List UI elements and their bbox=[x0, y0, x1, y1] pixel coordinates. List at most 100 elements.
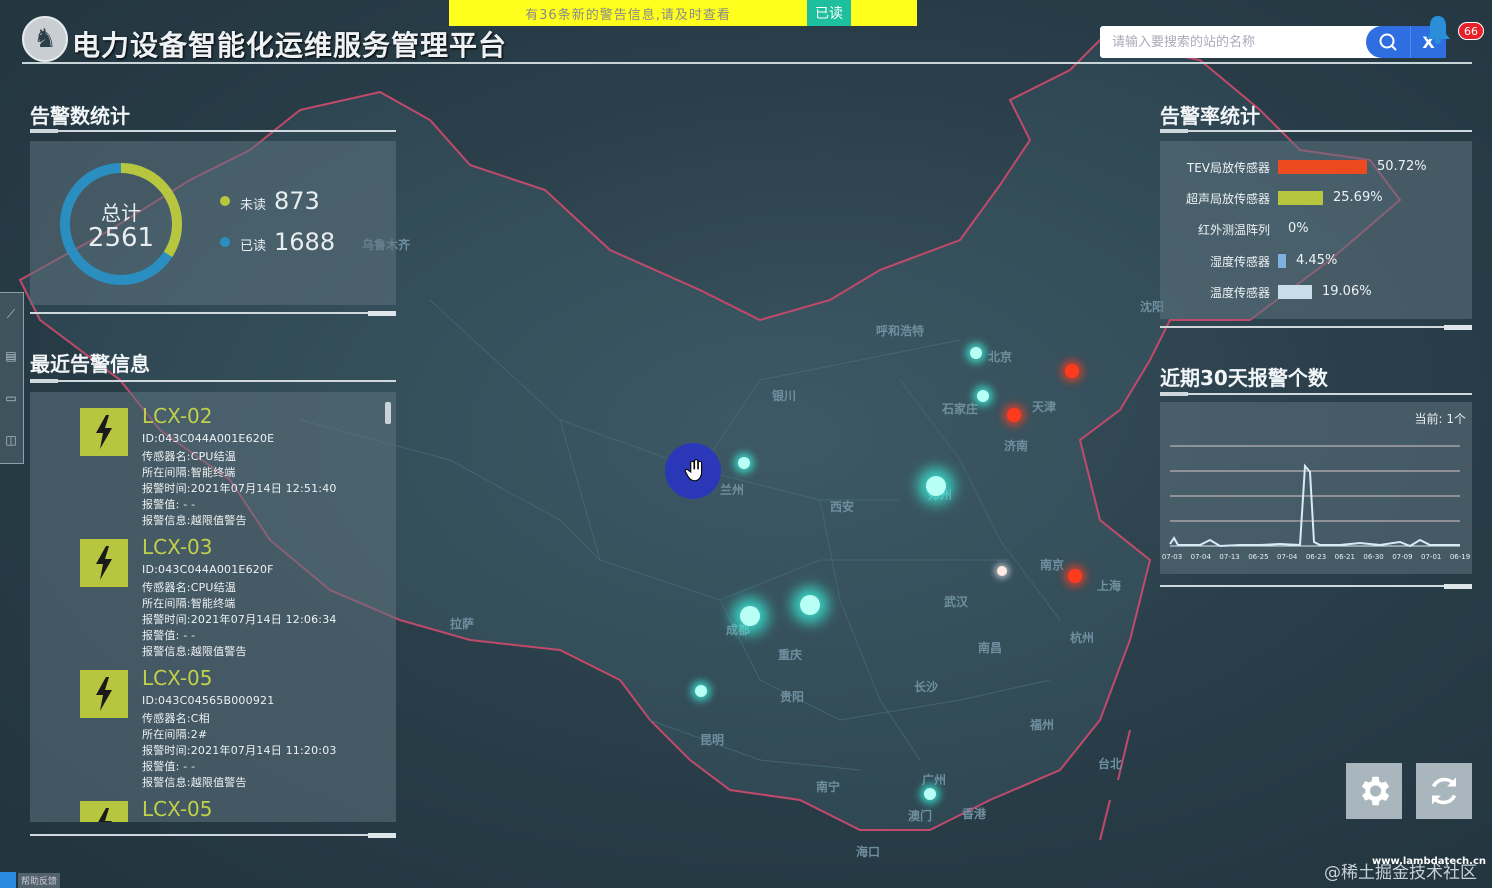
alarm-marker[interactable] bbox=[1068, 569, 1082, 583]
station-marker[interactable] bbox=[970, 347, 982, 359]
unread-label: 未读 bbox=[240, 198, 267, 213]
title-rule bbox=[1160, 129, 1472, 133]
search-button[interactable] bbox=[1366, 26, 1410, 58]
station-marker[interactable] bbox=[924, 788, 936, 800]
feedback-badge[interactable]: 帮助反馈 bbox=[0, 872, 70, 888]
alarm-item[interactable]: LCX-03 ID:043C044A001E620F 传感器名:CPU结温 所在… bbox=[30, 523, 380, 658]
title-rule bbox=[30, 379, 396, 383]
city-nanjing: 南京 bbox=[1040, 558, 1065, 572]
alarm-device-name: LCX-03 bbox=[142, 535, 213, 559]
list-scrollbar[interactable] bbox=[385, 402, 391, 424]
site-url: www.lambdatech.cn bbox=[1372, 856, 1486, 867]
rate-sensor-name: 温度传感器 bbox=[1209, 286, 1270, 300]
city-haikou: 海口 bbox=[856, 845, 881, 859]
app-title: 电力设备智能化运维服务管理平台 bbox=[72, 29, 508, 62]
alarm-device-name: LCX-02 bbox=[142, 404, 213, 428]
x-tick-label: 06-25 bbox=[1248, 553, 1268, 561]
alarm-id: ID:043C044A001E620E bbox=[142, 432, 275, 445]
chart-icon[interactable]: ⟋ bbox=[0, 293, 22, 335]
x-tick-label: 07-13 bbox=[1219, 553, 1239, 561]
rate-row: TEV局放传感器 50.72% bbox=[1160, 157, 1472, 177]
alarm-sensor: 传感器名:CPU结温 bbox=[142, 581, 237, 594]
alarm-time: 报警时间:2021年07月14日 12:06:34 bbox=[142, 613, 337, 626]
header: ♞ 电力设备智能化运维服务管理平台 X bbox=[22, 14, 1472, 64]
search-icon bbox=[1379, 33, 1397, 51]
refresh-button[interactable] bbox=[1416, 763, 1472, 819]
city-wuhan: 武汉 bbox=[944, 595, 969, 609]
rate-value: 4.45% bbox=[1296, 253, 1338, 268]
title-rule bbox=[30, 129, 396, 133]
recent-alarm-list[interactable]: LCX-02 ID:043C044A001E620E 传感器名:CPU结温 所在… bbox=[30, 392, 396, 822]
total-value: 2561 bbox=[87, 223, 155, 253]
monitor-icon[interactable]: ▭ bbox=[0, 377, 22, 419]
x-tick-label: 07-09 bbox=[1392, 553, 1412, 561]
city-lanzhou: 兰州 bbox=[720, 483, 745, 497]
rate-bar bbox=[1278, 285, 1312, 299]
feedback-icon bbox=[0, 872, 16, 888]
alarm-value: 报警值: - - bbox=[142, 629, 196, 642]
lightning-icon bbox=[80, 801, 128, 822]
settings-button[interactable] bbox=[1346, 763, 1402, 819]
alarm-item[interactable]: LCX-05 bbox=[30, 785, 380, 822]
station-marker[interactable] bbox=[740, 606, 760, 626]
rate-bar bbox=[1278, 191, 1323, 205]
alarm-time: 报警时间:2021年07月14日 12:51:40 bbox=[142, 482, 337, 495]
logo-icon: ♞ bbox=[22, 16, 68, 62]
alarm-marker[interactable] bbox=[1065, 364, 1079, 378]
alarm-item[interactable]: LCX-05 ID:043C04565B000921 传感器名:C相 所在间隔:… bbox=[30, 654, 380, 789]
alarm-marker[interactable] bbox=[1007, 408, 1021, 422]
alarm-room: 所在间隔:2# bbox=[142, 728, 208, 741]
panel-bottom-rule bbox=[1160, 584, 1472, 589]
read-dot bbox=[220, 237, 230, 247]
city-nanchang: 南昌 bbox=[978, 641, 1003, 655]
recent30-line-chart: 07-03 07-04 07-13 06-25 07-04 06-23 06-21 06-30… bbox=[1162, 445, 1470, 561]
alarm-rate-title: 告警率统计 bbox=[1160, 104, 1260, 128]
station-marker[interactable] bbox=[997, 566, 1007, 576]
station-marker[interactable] bbox=[977, 390, 989, 402]
city-tianjin: 天津 bbox=[1032, 400, 1057, 414]
city-nanning: 南宁 bbox=[816, 780, 841, 794]
city-macau: 澳门 bbox=[908, 809, 933, 823]
city-guiyang: 贵阳 bbox=[780, 690, 805, 704]
city-beijing: 北京 bbox=[988, 350, 1013, 364]
station-marker[interactable] bbox=[695, 685, 707, 697]
rate-row: 红外测温阵列 0% bbox=[1160, 219, 1472, 239]
alarm-value: 报警值: - - bbox=[142, 498, 196, 511]
hand-cursor-icon bbox=[684, 459, 703, 482]
station-marker[interactable] bbox=[800, 595, 820, 615]
bell-icon[interactable] bbox=[1424, 14, 1452, 44]
recent30-chart-panel: 当前: 1个 07-03 07-04 07-13 06-25 07-04 06-23 06-… bbox=[1160, 402, 1472, 574]
station-marker[interactable] bbox=[738, 457, 750, 469]
station-marker[interactable] bbox=[926, 476, 946, 496]
recent-alarms-title: 最近告警信息 bbox=[30, 352, 150, 376]
read-label: 已读 bbox=[240, 239, 267, 254]
alarm-rate-panel: TEV局放传感器 50.72% 超声局放传感器 25.69% 红外测温阵列 0%… bbox=[1160, 141, 1472, 319]
total-label: 总计 bbox=[101, 201, 141, 225]
rate-bar bbox=[1278, 254, 1286, 268]
rate-value: 25.69% bbox=[1333, 190, 1383, 205]
rate-bar bbox=[1278, 160, 1367, 174]
recent30-title: 近期30天报警个数 bbox=[1160, 366, 1328, 390]
rate-sensor-name: TEV局放传感器 bbox=[1186, 161, 1270, 175]
city-changsha: 长沙 bbox=[914, 680, 939, 694]
rate-sensor-name: 红外测温阵列 bbox=[1197, 223, 1270, 237]
x-tick-label: 07-04 bbox=[1277, 553, 1298, 561]
x-axis-labels: 07-03 07-04 07-13 06-25 07-04 06-23 06-21 06-30… bbox=[1162, 553, 1470, 561]
city-hongkong: 香港 bbox=[962, 807, 987, 821]
city-taipei: 台北 bbox=[1098, 757, 1123, 771]
unread-dot bbox=[220, 196, 230, 206]
panel-bottom-rule bbox=[30, 833, 396, 838]
search-input[interactable] bbox=[1100, 27, 1366, 57]
side-toolbar: ⟋ ▤ ▭ ◫ bbox=[0, 292, 24, 464]
rate-row: 超声局放传感器 25.69% bbox=[1160, 188, 1472, 208]
feedback-text: 帮助反馈 bbox=[18, 872, 61, 888]
panel-bottom-rule bbox=[1160, 325, 1472, 330]
refresh-icon bbox=[1431, 777, 1457, 805]
x-tick-label: 06-21 bbox=[1335, 553, 1355, 561]
gear-icon bbox=[1361, 776, 1390, 806]
city-shijiazhuang: 石家庄 bbox=[942, 402, 979, 416]
alarm-item[interactable]: LCX-02 ID:043C044A001E620E 传感器名:CPU结温 所在… bbox=[30, 392, 380, 527]
device-icon[interactable]: ◫ bbox=[0, 419, 22, 461]
rate-value: 19.06% bbox=[1322, 284, 1372, 299]
doc-icon[interactable]: ▤ bbox=[0, 335, 22, 377]
